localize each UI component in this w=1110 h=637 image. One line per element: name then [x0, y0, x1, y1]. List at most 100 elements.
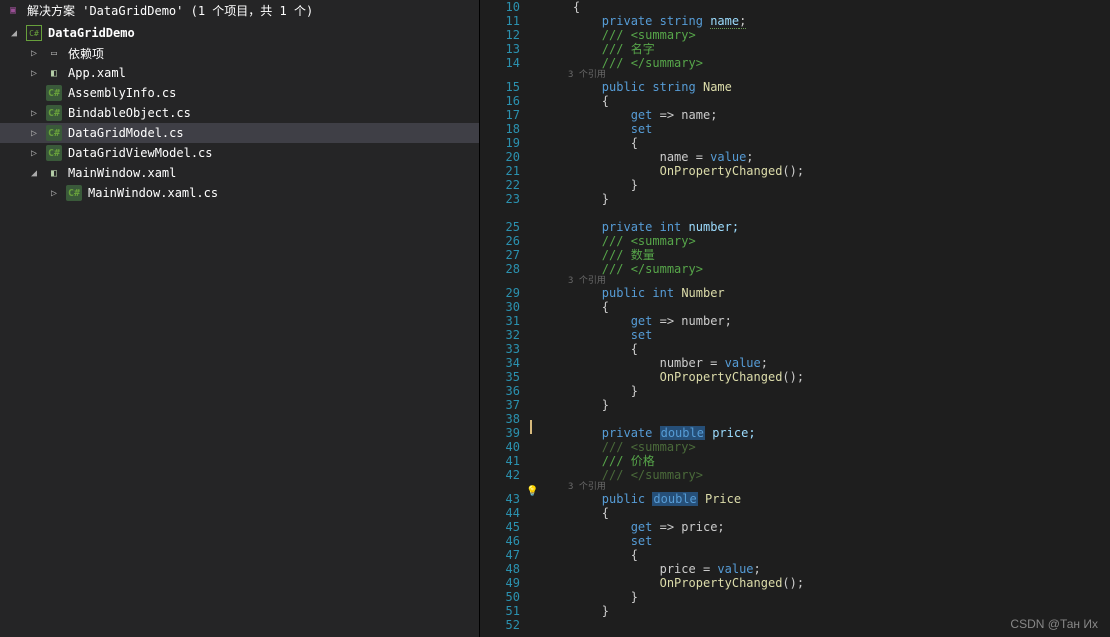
code-text: value: [717, 562, 753, 576]
chevron-down-icon[interactable]: ◢: [28, 168, 40, 179]
file-label: AssemblyInfo.cs: [68, 86, 176, 100]
code-text: Price: [698, 492, 741, 506]
line-number-gutter: 1011121314151617181920212223252627282930…: [480, 0, 530, 637]
code-comment: /// <summary>: [602, 28, 696, 42]
code-text: value: [710, 150, 746, 164]
code-comment: /// </summary>: [602, 468, 703, 482]
code-text: => price;: [652, 520, 724, 534]
code-text: ();: [782, 164, 804, 178]
codelens-hint[interactable]: 3 个引用: [544, 70, 1110, 80]
code-text: {: [602, 506, 609, 520]
code-text: OnPropertyChanged: [660, 164, 783, 178]
code-comment: /// </summary>: [602, 56, 703, 70]
csharp-file-icon: C#: [66, 185, 82, 201]
code-text: ;: [754, 562, 761, 576]
code-comment: /// </summary>: [602, 262, 703, 276]
code-text: {: [631, 136, 638, 150]
code-text: number;: [689, 220, 740, 234]
code-text: public: [602, 492, 645, 506]
tree-project[interactable]: ◢ C# DataGridDemo: [0, 23, 479, 43]
tree: ◢ C# DataGridDemo ▷ ▭ 依赖项 ▷ ◧ App.xaml ▷…: [0, 21, 479, 637]
code-text: set: [631, 534, 653, 548]
code-text: }: [602, 604, 609, 618]
tree-mainwindow-xaml[interactable]: ◢ ◧ MainWindow.xaml: [0, 163, 479, 183]
code-text: public: [602, 80, 645, 94]
watermark: CSDN @Тан Их: [1010, 617, 1098, 631]
code-text: double: [652, 492, 697, 506]
change-marker: [530, 420, 532, 434]
chevron-right-icon[interactable]: ▷: [28, 48, 40, 59]
code-text: ;: [746, 150, 753, 164]
chevron-right-icon[interactable]: ▷: [28, 108, 40, 119]
csharp-file-icon: C#: [46, 145, 62, 161]
code-text: private: [602, 220, 653, 234]
file-label: App.xaml: [68, 66, 126, 80]
xaml-icon: ◧: [46, 165, 62, 181]
code-text: }: [602, 398, 609, 412]
code-text: private: [602, 426, 653, 440]
tree-datagridmodel[interactable]: ▷ C# DataGridModel.cs: [0, 123, 479, 143]
lightbulb-icon[interactable]: 💡: [526, 486, 538, 497]
codelens-hint[interactable]: 3 个引用: [544, 482, 1110, 492]
code-text: public: [602, 286, 645, 300]
code-text: value: [725, 356, 761, 370]
file-label: MainWindow.xaml.cs: [88, 186, 218, 200]
code-text: {: [573, 0, 580, 14]
code-text: get: [631, 314, 653, 328]
tree-app-xaml[interactable]: ▷ ◧ App.xaml: [0, 63, 479, 83]
csharp-file-icon: C#: [46, 85, 62, 101]
file-label: MainWindow.xaml: [68, 166, 176, 180]
code-text: double: [660, 426, 705, 440]
chevron-right-icon[interactable]: ▷: [48, 188, 60, 199]
codelens-hint[interactable]: 3 个引用: [544, 276, 1110, 286]
code-comment: /// 数量: [602, 248, 655, 262]
code-text: OnPropertyChanged: [660, 576, 783, 590]
code-text: ;: [761, 356, 768, 370]
solution-icon: ▣: [5, 3, 21, 19]
code-comment: /// 价格: [602, 454, 655, 468]
code-text: {: [602, 300, 609, 314]
code-text: OnPropertyChanged: [660, 370, 783, 384]
code-text: }: [631, 590, 638, 604]
code-text: set: [631, 122, 653, 136]
tree-assemblyinfo[interactable]: ▷ C# AssemblyInfo.cs: [0, 83, 479, 103]
xaml-icon: ◧: [46, 65, 62, 81]
code-text: ();: [782, 370, 804, 384]
solution-title: 解决方案 'DataGridDemo' (1 个项目，共 1 个): [27, 2, 313, 19]
code-text: string: [660, 14, 703, 28]
csharp-project-icon: C#: [26, 25, 42, 41]
code-text: {: [631, 548, 638, 562]
dependencies-label: 依赖项: [68, 45, 104, 62]
editor-margin: 💡: [530, 0, 544, 637]
code-text: Number: [681, 286, 724, 300]
csharp-file-icon: C#: [46, 105, 62, 121]
tree-mainwindow-cs[interactable]: ▷ C# MainWindow.xaml.cs: [0, 183, 479, 203]
solution-header[interactable]: ▣ 解决方案 'DataGridDemo' (1 个项目，共 1 个): [0, 0, 479, 21]
code-text: name =: [660, 150, 711, 164]
tree-datagridviewmodel[interactable]: ▷ C# DataGridViewModel.cs: [0, 143, 479, 163]
dependencies-icon: ▭: [46, 45, 62, 61]
code-text: }: [631, 384, 638, 398]
file-label: DataGridModel.cs: [68, 126, 184, 140]
code-text: }: [631, 178, 638, 192]
chevron-right-icon[interactable]: ▷: [28, 148, 40, 159]
code-text: price;: [705, 426, 756, 440]
code-text: => number;: [652, 314, 731, 328]
code-text: private: [602, 14, 653, 28]
code-comment: /// 名字: [602, 42, 655, 56]
csharp-file-icon: C#: [46, 125, 62, 141]
code-text: int: [652, 286, 674, 300]
project-label: DataGridDemo: [48, 26, 135, 40]
code-text: ;: [739, 14, 746, 29]
code-editor[interactable]: 1011121314151617181920212223252627282930…: [480, 0, 1110, 637]
chevron-down-icon[interactable]: ◢: [8, 28, 20, 39]
tree-dependencies[interactable]: ▷ ▭ 依赖项: [0, 43, 479, 63]
chevron-right-icon[interactable]: ▷: [28, 128, 40, 139]
tree-bindableobject[interactable]: ▷ C# BindableObject.cs: [0, 103, 479, 123]
chevron-right-icon[interactable]: ▷: [28, 68, 40, 79]
code-text: {: [631, 342, 638, 356]
code-text: => name;: [652, 108, 717, 122]
code-text: price =: [660, 562, 718, 576]
code-area[interactable]: { private string name; /// <summary> ///…: [544, 0, 1110, 637]
code-text: number =: [660, 356, 725, 370]
